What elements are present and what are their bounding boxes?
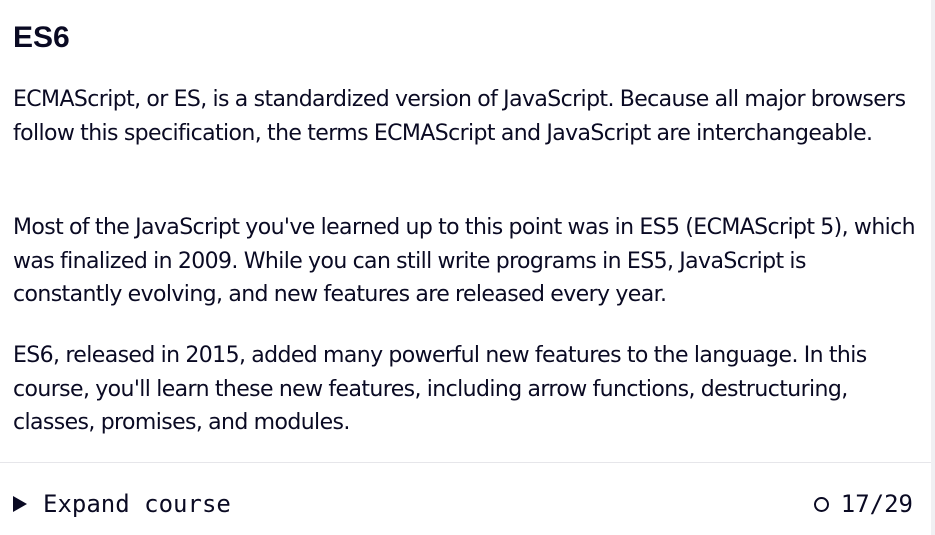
expand-course-label: Expand course	[43, 490, 231, 518]
course-progress: 17/29	[813, 487, 913, 521]
description-paragraph-1: ECMAScript, or ES, is a standardized ver…	[13, 87, 906, 146]
description-paragraph-3: ES6, released in 2015, added many powerf…	[13, 343, 867, 435]
progress-count: 17/29	[840, 490, 913, 518]
course-title: ES6	[13, 21, 70, 54]
scrollbar[interactable]	[931, 0, 935, 535]
circle-icon	[813, 496, 829, 512]
course-footer: Expand course 17/29	[0, 463, 931, 535]
description-paragraph-2: Most of the JavaScript you've learned up…	[13, 215, 916, 307]
expand-course-button[interactable]: Expand course	[13, 487, 231, 521]
course-description: ES6 ECMAScript, or ES, is a standardized…	[13, 0, 918, 435]
triangle-right-icon	[13, 496, 27, 512]
